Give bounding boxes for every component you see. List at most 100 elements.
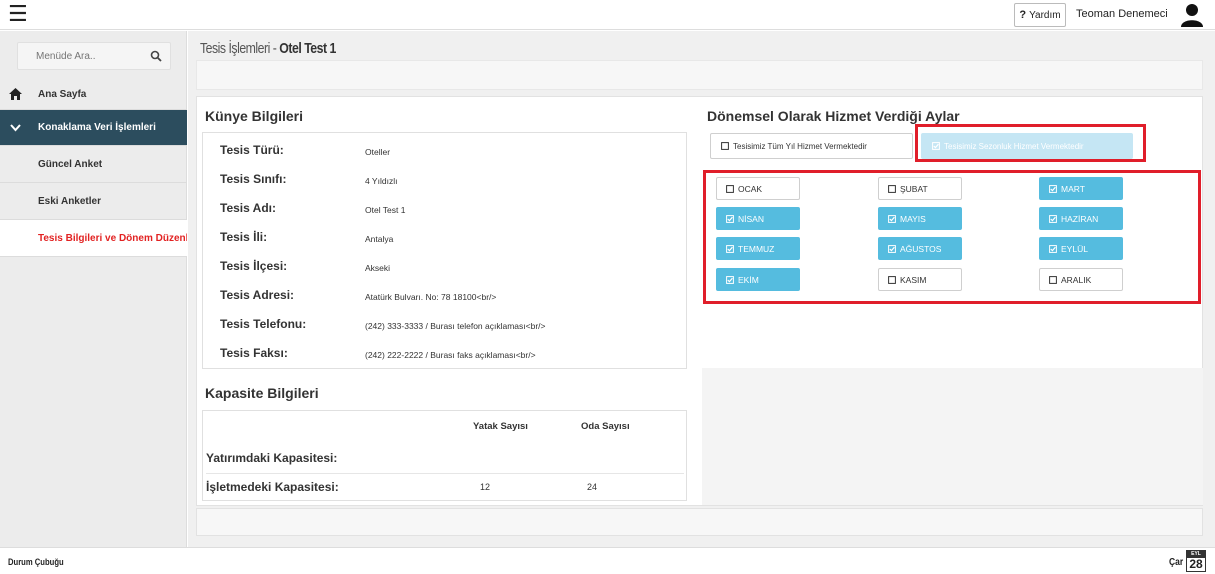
checkbox-checked-icon [888, 214, 896, 223]
month-button[interactable]: AĞUSTOS [878, 237, 962, 260]
sidebar-item-label: Tesis Bilgileri ve Dönem Düzenle [38, 232, 187, 244]
checkbox-empty-icon [888, 275, 896, 284]
kunye-row-city: Tesis İli: Antalya [220, 230, 680, 250]
sidebar: Ana Sayfa Konaklama Veri İşlemleri Günce… [0, 31, 187, 547]
help-question-icon: ? [1019, 9, 1027, 21]
kunye-value: Otel Test 1 [365, 205, 406, 215]
kunye-value: Atatürk Bulvarı. No: 78 18100<br/> [365, 292, 497, 302]
month-label: OCAK [738, 183, 763, 194]
kunye-value: (242) 222-2222 / Burası faks açıklaması<… [365, 350, 536, 360]
month-button[interactable]: HAZİRAN [1039, 207, 1123, 230]
calendar-icon: EYL 28 [1186, 550, 1206, 572]
month-label: NİSAN [738, 213, 764, 224]
month-button[interactable]: ARALIK [1039, 268, 1123, 291]
panel-footer [196, 508, 1203, 536]
right-filler [702, 368, 1203, 505]
kunye-label: Tesis Adresi: [220, 288, 295, 302]
kunye-label: Tesis Türü: [220, 143, 284, 157]
menu-search-input[interactable] [18, 43, 148, 69]
status-bar: Durum Çubuğu Çar EYL 28 [0, 547, 1215, 574]
kunye-label: Tesis İlçesi: [220, 259, 288, 273]
help-label: Yardım [1029, 9, 1061, 21]
kunye-label: Tesis Telefonu: [220, 317, 307, 331]
all-year-option-button[interactable]: Tesisimiz Tüm Yıl Hizmet Vermektedir [710, 133, 913, 159]
kapasite-divider [206, 473, 684, 474]
month-button[interactable]: MART [1039, 177, 1123, 200]
month-button[interactable]: KASIM [878, 268, 962, 291]
page-title-prefix: Tesis İşlemleri - [200, 40, 280, 57]
menu-search[interactable] [17, 42, 171, 70]
sidebar-item-label: Konaklama Veri İşlemleri [38, 122, 156, 133]
month-button[interactable]: MAYIS [878, 207, 962, 230]
month-label: AĞUSTOS [900, 243, 942, 254]
checkbox-empty-icon [888, 184, 896, 193]
home-icon [9, 88, 22, 100]
month-label: TEMMUZ [738, 243, 775, 254]
checkbox-empty-icon [726, 184, 734, 193]
page-title: Tesis İşlemleri - Otel Test 1 [200, 40, 336, 57]
search-icon[interactable] [150, 50, 162, 62]
kunye-label: Tesis İli: [220, 230, 268, 244]
kunye-row-class: Tesis Sınıfı: 4 Yıldızlı [220, 172, 680, 192]
sidebar-item-tesis-bilgileri[interactable]: Tesis Bilgileri ve Dönem Düzenle [0, 220, 187, 257]
sidebar-item-label: Ana Sayfa [38, 88, 87, 100]
month-label: MART [1061, 183, 1085, 194]
sidebar-item-eski-anketler[interactable]: Eski Anketler [0, 183, 187, 220]
kunye-value: Oteller [365, 147, 391, 157]
kunye-box: Tesis Türü: Oteller Tesis Sınıfı: 4 Yıld… [202, 132, 687, 369]
menu-icon[interactable]: ☰ [8, 3, 28, 25]
user-icon[interactable] [1180, 3, 1204, 27]
chevron-down-icon [10, 124, 21, 132]
month-button[interactable]: ŞUBAT [878, 177, 962, 200]
kapasite-row-operating: İşletmedeki Kapasitesi: [206, 480, 339, 494]
sidebar-item-guncel-anket[interactable]: Güncel Anket [0, 146, 187, 183]
calendar-day: 28 [1189, 557, 1203, 571]
month-label: ARALIK [1061, 274, 1092, 285]
month-label: EYLÜL [1061, 243, 1088, 254]
month-label: ŞUBAT [900, 183, 928, 194]
kunye-label: Tesis Adı: [220, 201, 277, 215]
sidebar-item-label: Güncel Anket [38, 158, 103, 170]
month-button[interactable]: EYLÜL [1039, 237, 1123, 260]
month-label: EKİM [738, 274, 759, 285]
kunye-value: Antalya [365, 234, 394, 244]
info-banner [196, 60, 1203, 90]
sidebar-item-konaklama[interactable]: Konaklama Veri İşlemleri [0, 110, 187, 146]
checkbox-checked-icon [726, 214, 734, 223]
months-heading: Dönemsel Olarak Hizmet Verdiği Aylar [707, 108, 960, 124]
kunye-row-fax: Tesis Faksı: (242) 222-2222 / Burası fak… [220, 346, 680, 366]
all-year-option-label: Tesisimiz Tüm Yıl Hizmet Vermektedir [733, 141, 867, 151]
status-bar-label: Durum Çubuğu [8, 557, 64, 567]
kapasite-col-bed: Yatak Sayısı [473, 421, 528, 432]
kapasite-row-investment: Yatırımdaki Kapasitesi: [206, 451, 338, 465]
kunye-row-type: Tesis Türü: Oteller [220, 143, 680, 163]
kapasite-operating-bed: 12 [480, 482, 491, 492]
kunye-row-district: Tesis İlçesi: Akseki [220, 259, 680, 279]
checkbox-checked-icon [1049, 244, 1057, 253]
month-label: KASIM [900, 274, 927, 285]
kunye-row-address: Tesis Adresi: Atatürk Bulvarı. No: 78 18… [220, 288, 680, 308]
checkbox-checked-icon [1049, 184, 1057, 193]
page-title-name: Otel Test 1 [279, 40, 336, 57]
kunye-label: Tesis Faksı: [220, 346, 288, 360]
kapasite-box: Yatak Sayısı Oda Sayısı Yatırımdaki Kapa… [202, 410, 687, 501]
user-name[interactable]: Teoman Denemeci [1076, 8, 1168, 20]
day-name: Çar [1169, 557, 1184, 568]
kunye-value: 4 Yıldızlı [365, 176, 398, 186]
kunye-row-name: Tesis Adı: Otel Test 1 [220, 201, 680, 221]
month-button[interactable]: EKİM [716, 268, 800, 291]
month-button[interactable]: TEMMUZ [716, 237, 800, 260]
seasonal-highlight-frame [915, 124, 1146, 162]
sidebar-item-home[interactable]: Ana Sayfa [0, 79, 187, 110]
kunye-row-phone: Tesis Telefonu: (242) 333-3333 / Burası … [220, 317, 680, 337]
kapasite-heading: Kapasite Bilgileri [205, 385, 319, 401]
month-label: MAYIS [900, 213, 926, 224]
checkbox-checked-icon [726, 275, 734, 284]
month-button[interactable]: NİSAN [716, 207, 800, 230]
kunye-value: (242) 333-3333 / Burası telefon açıklama… [365, 321, 546, 331]
help-button[interactable]: ? Yardım [1014, 3, 1066, 27]
kapasite-operating-room: 24 [587, 482, 598, 492]
top-bar: ☰ ? Yardım Teoman Denemeci [0, 0, 1215, 30]
sidebar-nav: Ana Sayfa Konaklama Veri İşlemleri Günce… [0, 79, 187, 257]
month-button[interactable]: OCAK [716, 177, 800, 200]
